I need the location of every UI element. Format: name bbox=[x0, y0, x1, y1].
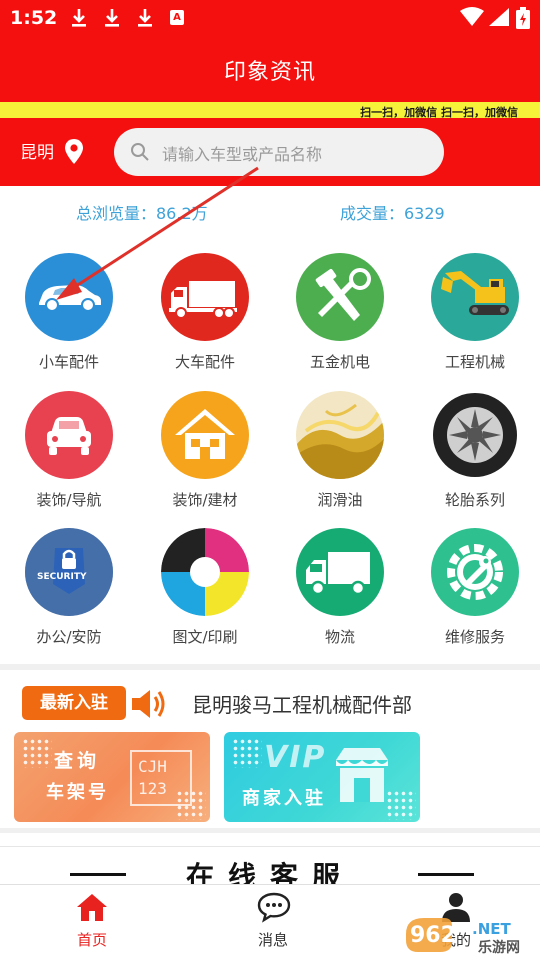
house-icon bbox=[161, 391, 249, 479]
category-lubricant[interactable]: 润滑油 bbox=[274, 391, 404, 521]
status-bar: 1:52 A bbox=[0, 0, 540, 36]
news-ticker-text[interactable]: 昆明骏马工程机械配件部 bbox=[192, 689, 412, 718]
status-time: 1:52 bbox=[10, 7, 58, 29]
category-truck-parts[interactable]: 大车配件 bbox=[139, 253, 269, 383]
truck-icon bbox=[161, 253, 249, 341]
vin-query-banner[interactable]: 查询 车架号 CJH 123 bbox=[14, 732, 210, 822]
category-repair[interactable]: 维修服务 bbox=[409, 528, 539, 658]
download-icon bbox=[72, 9, 86, 27]
nav-home[interactable]: 首页 bbox=[32, 885, 152, 960]
deals-stat: 成交量：6329 bbox=[340, 204, 445, 223]
security-lock-icon: SECURITY bbox=[25, 528, 113, 616]
nav-messages[interactable]: 消息 bbox=[213, 885, 333, 960]
wifi-icon bbox=[460, 7, 484, 26]
category-tires[interactable]: 轮胎系列 bbox=[409, 391, 539, 521]
category-decor-building[interactable]: 装饰/建材 bbox=[139, 391, 269, 521]
home-icon bbox=[77, 894, 107, 921]
notification-a-icon: A bbox=[170, 10, 184, 25]
search-input[interactable]: 请输入车型或产品名称 bbox=[114, 128, 444, 176]
section-divider bbox=[0, 664, 540, 670]
nav-home-label: 首页 bbox=[76, 931, 107, 949]
app-header: 印象资讯 bbox=[0, 36, 540, 102]
online-service-header: 在线客服 bbox=[0, 846, 540, 893]
category-label: 轮胎系列 bbox=[444, 491, 505, 509]
category-label: 物流 bbox=[324, 628, 355, 646]
search-row: 昆明 请输入车型或产品名称 bbox=[0, 118, 540, 186]
total-views-stat: 总浏览量：86.2万 bbox=[76, 204, 208, 223]
tire-icon bbox=[431, 391, 519, 479]
category-logistics[interactable]: 物流 bbox=[274, 528, 404, 658]
marquee-text: 扫一扫，加微信 扫一扫，加微信 bbox=[360, 106, 518, 118]
search-icon bbox=[131, 143, 149, 161]
page-title: 印象资讯 bbox=[223, 60, 316, 85]
watermark-number: 962 bbox=[410, 923, 456, 948]
category-print[interactable]: 图文/印刷 bbox=[139, 528, 269, 658]
shop-icon bbox=[336, 748, 388, 802]
merchant-join-text: 商家入驻 bbox=[242, 788, 326, 809]
vip-join-banner[interactable]: VIP 商家入驻 bbox=[224, 732, 420, 822]
download-icon bbox=[138, 9, 152, 27]
cjh-text: CJH bbox=[138, 757, 167, 776]
battery-icon bbox=[516, 7, 530, 29]
delivery-truck-icon bbox=[296, 528, 384, 616]
repair-gear-icon bbox=[431, 528, 519, 616]
banner-query-subtitle: 车架号 bbox=[46, 782, 109, 803]
category-machinery[interactable]: 工程机械 bbox=[409, 253, 539, 383]
nav-messages-label: 消息 bbox=[257, 931, 288, 949]
category-label: 润滑油 bbox=[317, 491, 363, 509]
category-label: 图文/印刷 bbox=[172, 628, 238, 646]
city-selector[interactable]: 昆明 bbox=[20, 138, 54, 163]
newest-badge: 最新入驻 bbox=[22, 686, 126, 720]
dots-decoration bbox=[386, 790, 416, 820]
category-office-security[interactable]: SECURITY 办公/安防 bbox=[3, 528, 133, 658]
cjh-logo: CJH 123 bbox=[130, 750, 192, 806]
app-screen: 1:52 A 印象资讯 扫一扫，加微信 扫一扫，加微信 昆明 请输入车型或产品名… bbox=[0, 0, 540, 960]
dots-decoration bbox=[232, 738, 262, 768]
excavator-icon bbox=[431, 253, 519, 341]
section-divider bbox=[0, 828, 540, 833]
signal-icon bbox=[489, 8, 509, 26]
category-hardware[interactable]: 五金机电 bbox=[274, 253, 404, 383]
category-label: 大车配件 bbox=[174, 353, 235, 371]
category-label: 装饰/导航 bbox=[36, 491, 102, 509]
watermark-site: 乐游网 bbox=[478, 939, 520, 956]
download-icon bbox=[105, 9, 119, 27]
security-text: SECURITY bbox=[37, 572, 87, 582]
tools-icon bbox=[296, 253, 384, 341]
category-label: 五金机电 bbox=[309, 353, 370, 371]
search-placeholder: 请输入车型或产品名称 bbox=[162, 145, 323, 164]
category-label: 办公/安防 bbox=[36, 628, 102, 646]
marquee-banner: 扫一扫，加微信 扫一扫，加微信 bbox=[0, 102, 540, 118]
watermark-suffix: .NET bbox=[472, 920, 511, 938]
watermark-graphic: 962 .NET 乐游网 bbox=[406, 918, 520, 956]
speaker-icon bbox=[132, 690, 165, 718]
print-color-icon bbox=[161, 528, 249, 616]
dots-decoration bbox=[22, 738, 52, 768]
banner-query-title: 查询 bbox=[54, 750, 101, 772]
car-icon bbox=[25, 253, 113, 341]
cjh-number: 123 bbox=[138, 779, 167, 798]
watermark-logo: 962 .NET 乐游网 bbox=[404, 912, 536, 956]
category-car-parts[interactable]: 小车配件 bbox=[3, 253, 133, 383]
category-label: 维修服务 bbox=[444, 628, 505, 646]
category-label: 工程机械 bbox=[444, 353, 505, 371]
message-icon bbox=[257, 892, 291, 923]
location-pin-icon[interactable] bbox=[64, 138, 84, 166]
category-label: 小车配件 bbox=[38, 353, 99, 371]
oil-splash-icon bbox=[296, 391, 384, 479]
vip-text: VIP bbox=[264, 740, 327, 775]
category-decor-nav[interactable]: 装饰/导航 bbox=[3, 391, 133, 521]
category-label: 装饰/建材 bbox=[172, 491, 238, 509]
car-front-icon bbox=[25, 391, 113, 479]
